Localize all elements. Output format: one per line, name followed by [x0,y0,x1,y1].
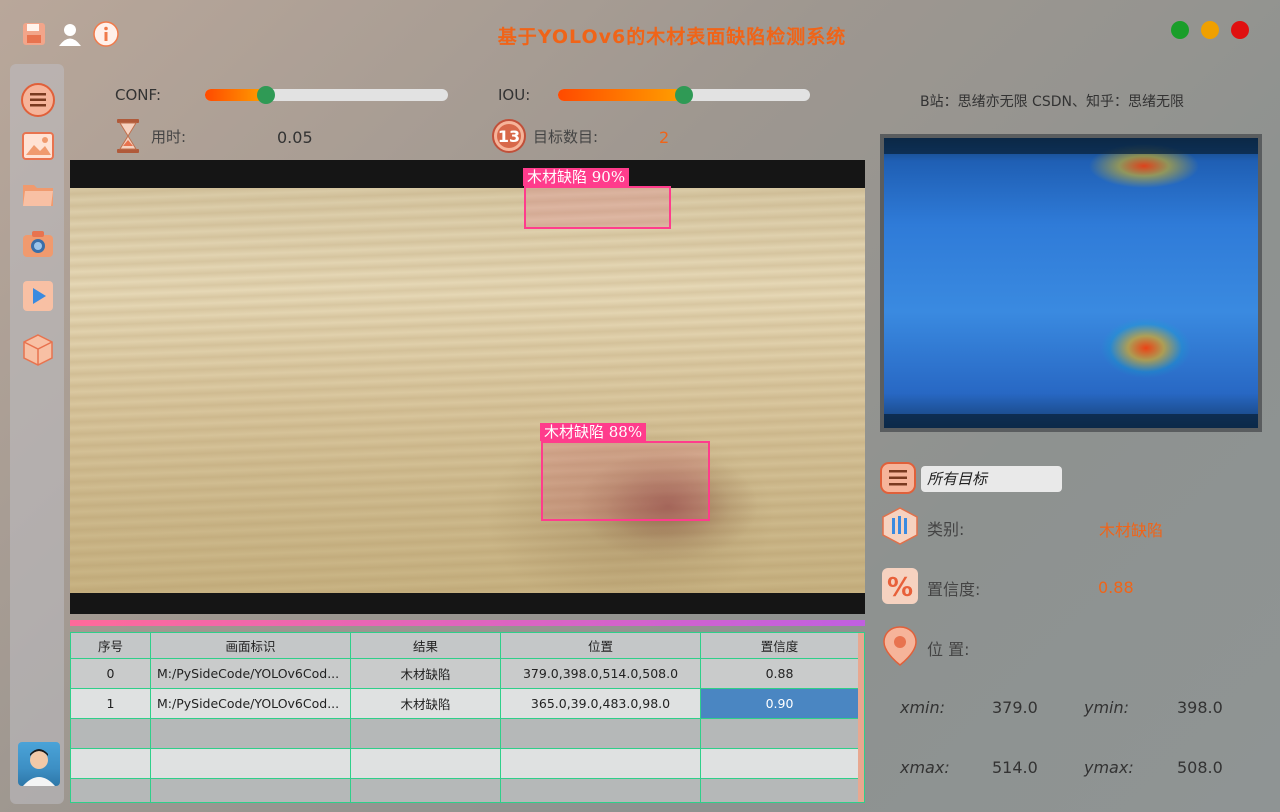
table-row[interactable]: 1 M:/PySideCode/YOLOv6Cod... 木材缺陷 365.0,… [71,689,859,719]
table-cell-selected[interactable]: 0.90 [701,689,859,719]
detection-image: 木材缺陷 90% 木材缺陷 88% [70,160,865,614]
xmax-value: 514.0 [992,758,1038,777]
conf-label: CONF: [115,86,162,104]
column-header[interactable]: 画面标识 [151,633,351,659]
column-header[interactable]: 序号 [71,633,151,659]
table-cell[interactable]: 木材缺陷 [351,659,501,689]
ymax-value: 508.0 [1177,758,1223,777]
menu-icon[interactable] [880,460,916,496]
heatmap-image [880,134,1262,432]
app-title: 基于YOLOv6的木材表面缺陷检测系统 [497,26,847,48]
iou-slider-handle[interactable] [675,86,693,104]
ymax-label: ymax: [1084,758,1134,777]
folder-icon[interactable] [20,176,56,212]
xmin-label: xmin: [900,698,946,717]
column-header[interactable]: 置信度 [701,633,859,659]
title-bar: 基于YOLOv6的木材表面缺陷检测系统 [0,0,1280,64]
table-cell[interactable]: 365.0,39.0,483.0,98.0 [501,689,701,719]
divider [70,620,865,626]
iou-slider-fill [558,89,684,101]
camera-icon[interactable] [20,226,56,262]
class-label: 类别: [927,520,965,539]
table-cell[interactable]: 0.88 [701,659,859,689]
class-value: 木材缺陷 [1099,521,1164,540]
close-button[interactable] [1231,21,1249,39]
category-icon [880,506,920,546]
table-scrollbar[interactable] [858,633,864,802]
detection-label: 木材缺陷 88% [540,423,647,441]
menu-icon[interactable] [20,82,56,118]
avatar[interactable] [18,742,60,786]
ymin-value: 398.0 [1177,698,1223,717]
conf-slider[interactable] [205,89,448,101]
target-count-icon: 13 [492,119,526,153]
table-cell[interactable]: 379.0,398.0,514.0,508.0 [501,659,701,689]
position-label: 位 置: [927,640,970,659]
location-pin-icon [880,626,920,666]
svg-text:13: 13 [498,127,520,146]
target-select[interactable]: 所有目标 [921,466,1062,492]
video-play-icon[interactable] [20,278,56,314]
column-header[interactable]: 位置 [501,633,701,659]
iou-label: IOU: [498,86,531,104]
xmax-label: xmax: [900,758,950,777]
xmin-value: 379.0 [992,698,1038,717]
table-row-empty[interactable] [71,749,859,779]
table-cell[interactable]: 木材缺陷 [351,689,501,719]
wood-surface [70,188,865,593]
sidebar [10,64,64,804]
ymin-label: ymin: [1084,698,1130,717]
time-value: 0.05 [277,128,313,147]
detection-box [541,441,710,521]
conf-slider-handle[interactable] [257,86,275,104]
table-row-empty[interactable] [71,719,859,749]
time-label: 用时: [151,128,187,146]
table-cell[interactable]: 1 [71,689,151,719]
detection-label: 木材缺陷 90% [523,168,630,186]
count-value: 2 [659,128,670,147]
table-cell[interactable]: 0 [71,659,151,689]
detection-box [524,186,671,229]
count-label: 目标数目: [533,128,599,146]
table-cell[interactable]: M:/PySideCode/YOLOv6Cod... [151,689,351,719]
confidence-label: 置信度: [927,580,981,599]
table-cell[interactable]: M:/PySideCode/YOLOv6Cod... [151,659,351,689]
table-row[interactable]: 0 M:/PySideCode/YOLOv6Cod... 木材缺陷 379.0,… [71,659,859,689]
hourglass-icon [115,118,141,154]
column-header[interactable]: 结果 [351,633,501,659]
percent-icon: % [880,566,920,606]
table-row-empty[interactable] [71,779,859,802]
credit-text: B站：思绪亦无限 CSDN、知乎：思绪无限 [920,94,1184,110]
confidence-value: 0.88 [1098,578,1134,597]
maximize-button[interactable] [1171,21,1189,39]
svg-text:%: % [887,573,913,603]
image-icon[interactable] [20,128,56,164]
model-cube-icon[interactable] [20,332,56,368]
minimize-button[interactable] [1201,21,1219,39]
results-table: 序号 画面标识 结果 位置 置信度 0 M:/PySideCode/YOLOv6… [70,632,865,803]
